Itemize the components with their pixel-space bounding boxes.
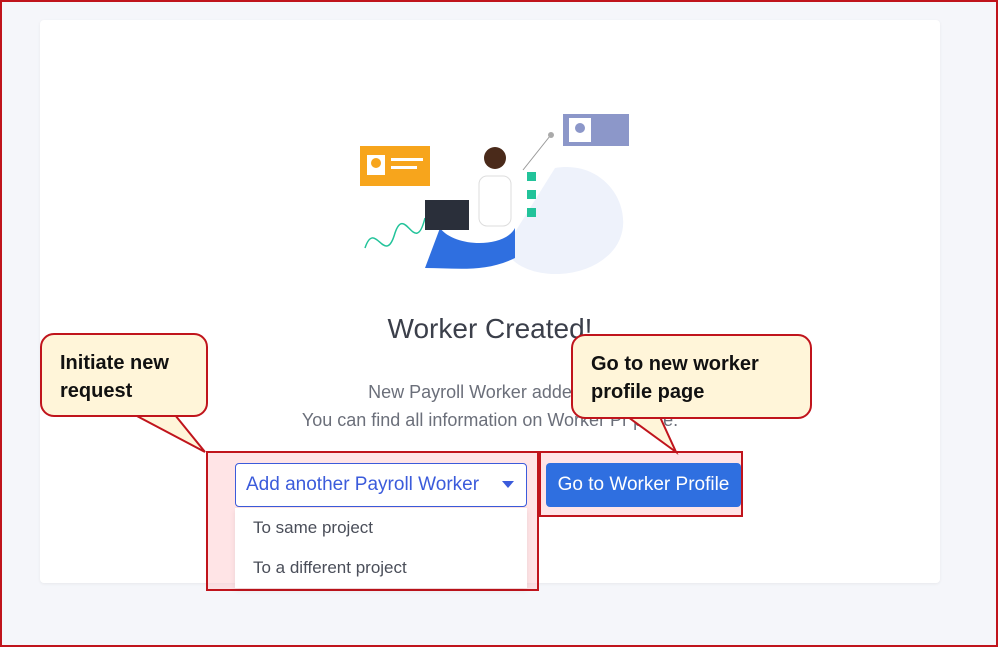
callout-initiate-request: Initiate new request [40,333,208,417]
menu-item-same-project[interactable]: To same project [235,508,527,548]
callout-go-to-profile: Go to new worker profile page [571,334,812,419]
worker-created-illustration [360,114,629,275]
go-to-worker-profile-button[interactable]: Go to Worker Profile [546,463,741,507]
menu-item-different-project[interactable]: To a different project [235,548,527,588]
dropdown-menu: To same project To a different project [235,508,527,588]
add-another-worker-dropdown[interactable]: Add another Payroll Worker [235,463,527,507]
dropdown-label: Add another Payroll Worker [246,474,480,495]
chevron-down-icon [502,481,514,488]
